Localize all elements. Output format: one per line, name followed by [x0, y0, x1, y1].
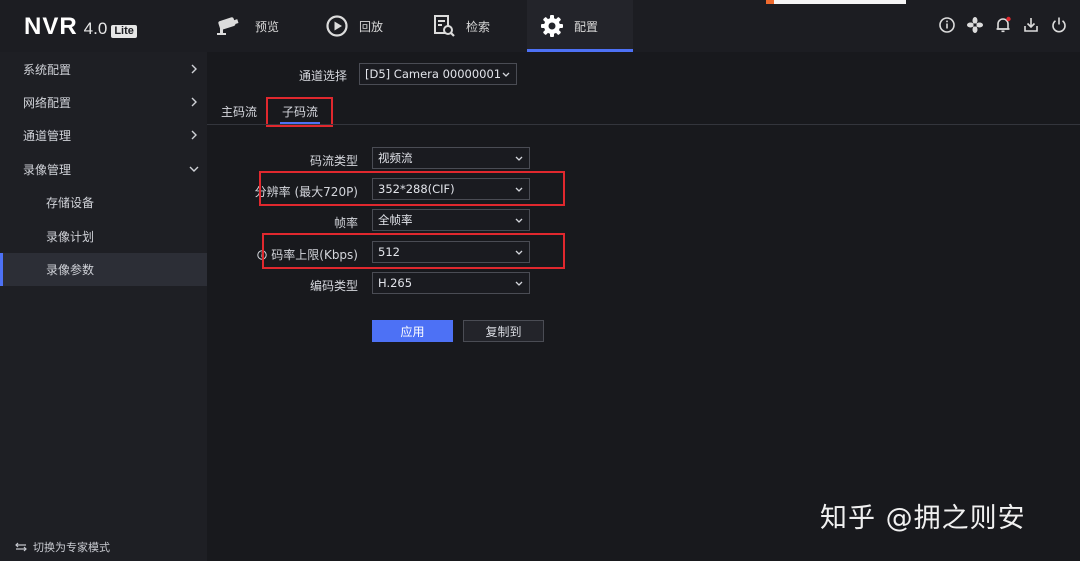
- tab-preview-label: 预览: [255, 19, 280, 34]
- sidebar-item-channel-manage[interactable]: 通道管理: [0, 119, 207, 152]
- encoding-type-label: 编码类型: [309, 279, 358, 293]
- highlight-box-resolution: [259, 171, 565, 206]
- encoding-type-value: H.265: [378, 276, 413, 290]
- stream-type-select[interactable]: 视频流: [372, 147, 530, 169]
- sidebar-item-network-config[interactable]: 网络配置: [0, 86, 207, 119]
- tab-search[interactable]: 检索: [432, 0, 527, 52]
- window-strip: [766, 0, 906, 4]
- sidebar-item-system-config[interactable]: 系统配置: [0, 53, 207, 86]
- sidebar-item-label: 通道管理: [23, 129, 72, 143]
- tab-search-label: 检索: [466, 19, 491, 34]
- chevron-down-icon: [515, 218, 523, 223]
- frame-rate-select[interactable]: 全帧率: [372, 209, 530, 231]
- app-logo: NVR 4.0 Lite: [24, 13, 137, 41]
- expert-mode-toggle[interactable]: 切换为专家模式: [15, 539, 110, 555]
- playback-icon: [326, 15, 348, 37]
- stream-type-label: 码流类型: [309, 154, 358, 168]
- chevron-right-icon: [191, 97, 197, 107]
- chevron-right-icon: [191, 64, 197, 74]
- sidebar-item-record-params[interactable]: 录像参数: [0, 253, 207, 286]
- logo-badge: Lite: [111, 25, 137, 38]
- bell-icon[interactable]: [994, 16, 1012, 34]
- sidebar-item-record-plan[interactable]: 录像计划: [0, 220, 207, 253]
- channel-select[interactable]: [D5] Camera 00000001: [359, 63, 517, 85]
- tab-config[interactable]: 配置: [527, 0, 633, 52]
- stream-type-value: 视频流: [378, 151, 413, 165]
- info-icon[interactable]: [938, 16, 956, 34]
- chevron-down-icon: [515, 156, 523, 161]
- sidebar-item-label: 录像计划: [46, 230, 95, 244]
- chevron-down-icon: [515, 281, 523, 286]
- tab-preview[interactable]: 预览: [215, 0, 325, 52]
- gear-icon: [541, 15, 563, 37]
- camera-icon: [217, 17, 239, 35]
- top-icons: [938, 16, 1068, 34]
- sidebar-item-label: 存储设备: [46, 196, 95, 210]
- channel-select-label: 通道选择: [299, 69, 348, 83]
- frame-rate-label: 帧率: [333, 216, 358, 230]
- download-icon[interactable]: [1022, 16, 1040, 34]
- highlight-box-sub-stream: [266, 97, 333, 127]
- tab-playback-label: 回放: [359, 19, 384, 34]
- chevron-down-icon: [502, 72, 510, 77]
- tab-playback[interactable]: 回放: [325, 0, 425, 52]
- copy-to-button[interactable]: 复制到: [463, 320, 544, 342]
- sidebar-item-label: 录像参数: [46, 263, 95, 277]
- logo-main: NVR: [24, 13, 78, 40]
- main-panel: 通道选择 [D5] Camera 00000001 主码流 子码流 码流类型 视…: [207, 52, 1080, 561]
- sidebar-item-record-manage[interactable]: 录像管理: [0, 153, 207, 186]
- power-icon[interactable]: [1050, 16, 1068, 34]
- chevron-right-icon: [191, 130, 197, 140]
- tab-main-stream[interactable]: 主码流: [221, 103, 257, 120]
- encoding-type-select[interactable]: H.265: [372, 272, 530, 294]
- sidebar: 系统配置 网络配置 通道管理 录像管理 存储设备 录像计划 录像参数 切换为专家…: [0, 52, 207, 561]
- frame-rate-value: 全帧率: [378, 213, 413, 227]
- watermark: 知乎 @拥之则安: [820, 503, 1026, 534]
- sidebar-item-label: 网络配置: [23, 96, 72, 110]
- expert-mode-label: 切换为专家模式: [33, 541, 110, 554]
- sidebar-item-storage-device[interactable]: 存储设备: [0, 186, 207, 219]
- tab-config-label: 配置: [574, 19, 599, 34]
- sidebar-item-label: 录像管理: [23, 163, 72, 177]
- chevron-down-icon: [189, 166, 199, 172]
- tabs-divider: [207, 124, 1080, 125]
- channel-select-value: [D5] Camera 00000001: [365, 67, 502, 81]
- logo-version: 4.0: [83, 19, 108, 38]
- top-bar: NVR 4.0 Lite 预览 回放 检索 配置: [0, 0, 1080, 52]
- sidebar-item-label: 系统配置: [23, 63, 72, 77]
- apply-button[interactable]: 应用: [372, 320, 453, 342]
- search-doc-icon: [434, 15, 455, 37]
- fan-icon[interactable]: [966, 16, 984, 34]
- switch-arrows-icon: [15, 542, 27, 552]
- highlight-box-bitrate: [262, 233, 565, 269]
